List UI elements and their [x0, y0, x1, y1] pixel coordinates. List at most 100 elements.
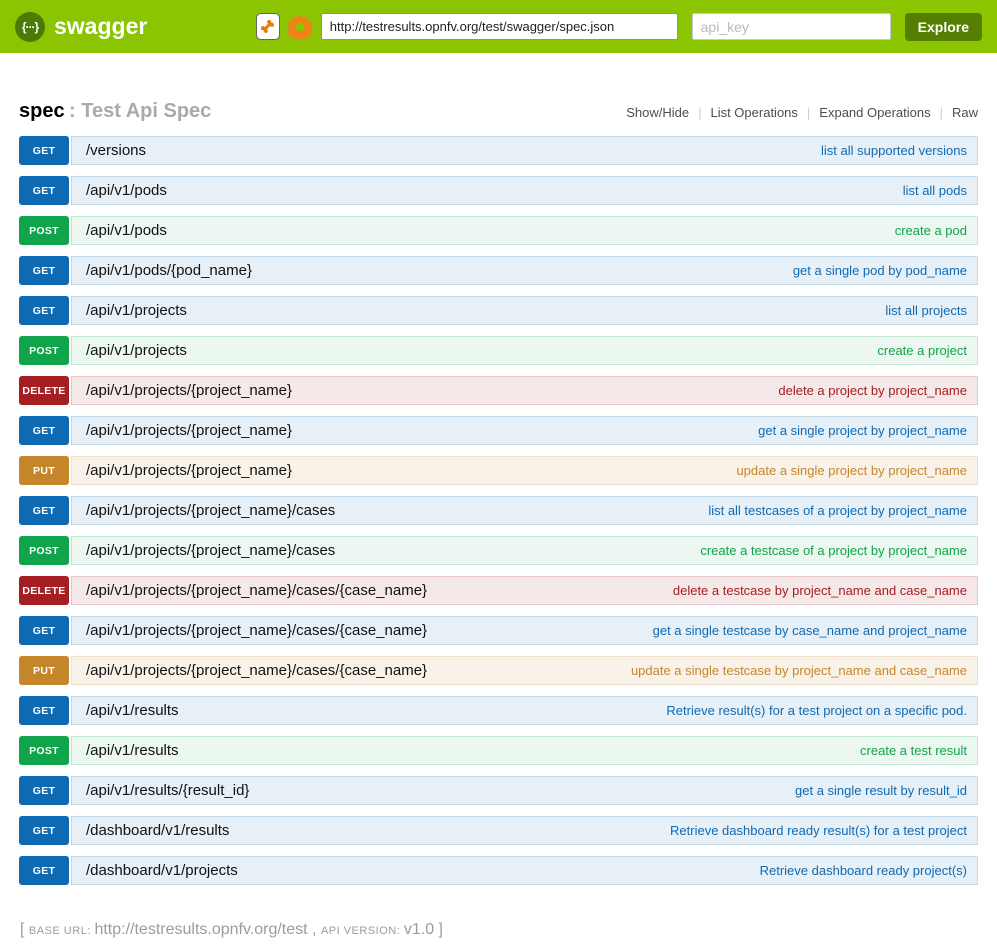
endpoint-path[interactable]: /api/v1/projects/{project_name}/cases — [86, 502, 335, 519]
endpoint-description[interactable]: get a single project by project_name — [758, 423, 967, 438]
endpoint-description[interactable]: get a single testcase by case_name and p… — [653, 623, 967, 638]
endpoint-body: /versions list all supported versions — [71, 136, 978, 165]
endpoint-path[interactable]: /api/v1/projects — [86, 342, 187, 359]
endpoint-path[interactable]: /api/v1/results — [86, 742, 179, 759]
endpoint-description[interactable]: create a pod — [895, 223, 967, 238]
endpoint-body: /api/v1/results/{result_id} get a single… — [71, 776, 978, 805]
endpoint-path[interactable]: /api/v1/projects/{project_name}/cases/{c… — [86, 622, 427, 639]
endpoint-body: /api/v1/projects/{project_name}/cases cr… — [71, 536, 978, 565]
endpoint-path[interactable]: /api/v1/projects/{project_name} — [86, 422, 292, 439]
http-method-badge: PUT — [19, 656, 69, 685]
endpoints-list: GET /versions list all supported version… — [19, 136, 978, 885]
gear-icon — [287, 14, 313, 40]
http-method-badge: POST — [19, 216, 69, 245]
endpoint-row[interactable]: GET /api/v1/pods list all pods — [19, 176, 978, 205]
http-method-badge: DELETE — [19, 376, 69, 405]
endpoint-path[interactable]: /api/v1/projects/{project_name}/cases/{c… — [86, 582, 427, 599]
endpoint-row[interactable]: GET /dashboard/v1/projects Retrieve dash… — [19, 856, 978, 885]
endpoint-row[interactable]: GET /api/v1/projects list all projects — [19, 296, 978, 325]
endpoint-description[interactable]: Retrieve dashboard ready project(s) — [760, 863, 967, 878]
endpoint-row[interactable]: GET /api/v1/projects/{project_name} get … — [19, 416, 978, 445]
endpoint-body: /dashboard/v1/projects Retrieve dashboar… — [71, 856, 978, 885]
endpoint-description[interactable]: update a single project by project_name — [736, 463, 967, 478]
endpoint-description[interactable]: delete a project by project_name — [778, 383, 967, 398]
explore-button[interactable]: Explore — [905, 13, 982, 41]
endpoint-path[interactable]: /api/v1/pods — [86, 222, 167, 239]
page-title: spec : Test Api Spec — [19, 100, 211, 123]
http-method-badge: GET — [19, 616, 69, 645]
endpoint-body: /dashboard/v1/results Retrieve dashboard… — [71, 816, 978, 845]
resource-name: spec — [19, 100, 65, 122]
endpoint-path[interactable]: /api/v1/projects/{project_name}/cases — [86, 542, 335, 559]
endpoint-description[interactable]: list all testcases of a project by proje… — [708, 503, 967, 518]
endpoint-description[interactable]: create a project — [877, 343, 967, 358]
endpoint-description[interactable]: get a single result by result_id — [795, 783, 967, 798]
endpoint-row[interactable]: GET /versions list all supported version… — [19, 136, 978, 165]
endpoint-path[interactable]: /api/v1/projects/{project_name}/cases/{c… — [86, 662, 427, 679]
swagger-logo-icon: {···} — [15, 12, 45, 42]
endpoint-row[interactable]: GET /api/v1/results/{result_id} get a si… — [19, 776, 978, 805]
spec-url-input[interactable] — [321, 13, 678, 40]
endpoint-description[interactable]: create a test result — [860, 743, 967, 758]
endpoint-row[interactable]: DELETE /api/v1/projects/{project_name} d… — [19, 376, 978, 405]
http-method-badge: DELETE — [19, 576, 69, 605]
endpoint-path[interactable]: /dashboard/v1/results — [86, 822, 229, 839]
footer-comma: , — [308, 921, 321, 938]
endpoint-row[interactable]: GET /api/v1/projects/{project_name}/case… — [19, 496, 978, 525]
endpoint-path[interactable]: /dashboard/v1/projects — [86, 862, 238, 879]
base-url-value: http://testresults.opnfv.org/test — [94, 921, 307, 938]
endpoint-path[interactable]: /versions — [86, 142, 146, 159]
endpoint-description[interactable]: list all supported versions — [821, 143, 967, 158]
endpoint-body: /api/v1/pods create a pod — [71, 216, 978, 245]
base-url-label: BASE URL — [29, 925, 87, 937]
endpoint-path[interactable]: /api/v1/projects — [86, 302, 187, 319]
endpoint-path[interactable]: /api/v1/results — [86, 702, 179, 719]
http-method-badge: GET — [19, 256, 69, 285]
endpoint-row[interactable]: PUT /api/v1/projects/{project_name}/case… — [19, 656, 978, 685]
endpoint-row[interactable]: POST /api/v1/pods create a pod — [19, 216, 978, 245]
endpoint-row[interactable]: POST /api/v1/projects/{project_name}/cas… — [19, 536, 978, 565]
operations-nav: Show/Hide | List Operations | Expand Ope… — [626, 105, 978, 120]
wrench-button[interactable] — [256, 13, 280, 40]
expand-operations-link[interactable]: Expand Operations — [819, 105, 930, 120]
endpoint-path[interactable]: /api/v1/pods/{pod_name} — [86, 262, 252, 279]
http-method-badge: GET — [19, 136, 69, 165]
endpoint-description[interactable]: delete a testcase by project_name and ca… — [673, 583, 967, 598]
endpoint-body: /api/v1/pods/{pod_name} get a single pod… — [71, 256, 978, 285]
api-key-input[interactable] — [692, 13, 891, 40]
swagger-logo-link[interactable]: {···} swagger — [15, 12, 147, 42]
endpoint-body: /api/v1/projects list all projects — [71, 296, 978, 325]
endpoint-description[interactable]: create a testcase of a project by projec… — [700, 543, 967, 558]
endpoint-description[interactable]: update a single testcase by project_name… — [631, 663, 967, 678]
endpoint-body: /api/v1/projects/{project_name} update a… — [71, 456, 978, 485]
endpoint-description[interactable]: get a single pod by pod_name — [793, 263, 967, 278]
endpoint-row[interactable]: POST /api/v1/results create a test resul… — [19, 736, 978, 765]
endpoint-row[interactable]: PUT /api/v1/projects/{project_name} upda… — [19, 456, 978, 485]
endpoint-path[interactable]: /api/v1/pods — [86, 182, 167, 199]
endpoint-body: /api/v1/projects/{project_name}/cases/{c… — [71, 616, 978, 645]
endpoint-row[interactable]: GET /api/v1/results Retrieve result(s) f… — [19, 696, 978, 725]
endpoint-description[interactable]: Retrieve dashboard ready result(s) for a… — [670, 823, 967, 838]
gear-button[interactable] — [287, 13, 313, 41]
endpoint-description[interactable]: list all projects — [885, 303, 967, 318]
list-operations-link[interactable]: List Operations — [710, 105, 797, 120]
endpoint-row[interactable]: GET /dashboard/v1/results Retrieve dashb… — [19, 816, 978, 845]
endpoint-description[interactable]: list all pods — [903, 183, 967, 198]
endpoint-path[interactable]: /api/v1/projects/{project_name} — [86, 462, 292, 479]
http-method-badge: GET — [19, 416, 69, 445]
endpoint-row[interactable]: GET /api/v1/pods/{pod_name} get a single… — [19, 256, 978, 285]
http-method-badge: POST — [19, 536, 69, 565]
endpoint-description[interactable]: Retrieve result(s) for a test project on… — [666, 703, 967, 718]
endpoint-row[interactable]: POST /api/v1/projects create a project — [19, 336, 978, 365]
raw-link[interactable]: Raw — [952, 105, 978, 120]
endpoint-body: /api/v1/projects/{project_name} delete a… — [71, 376, 978, 405]
show-hide-link[interactable]: Show/Hide — [626, 105, 689, 120]
endpoint-row[interactable]: GET /api/v1/projects/{project_name}/case… — [19, 616, 978, 645]
heading-row: spec : Test Api Spec Show/Hide | List Op… — [19, 100, 978, 123]
http-method-badge: PUT — [19, 456, 69, 485]
endpoint-row[interactable]: DELETE /api/v1/projects/{project_name}/c… — [19, 576, 978, 605]
endpoint-path[interactable]: /api/v1/results/{result_id} — [86, 782, 249, 799]
brand-title: swagger — [54, 13, 147, 40]
endpoint-path[interactable]: /api/v1/projects/{project_name} — [86, 382, 292, 399]
http-method-badge: GET — [19, 856, 69, 885]
